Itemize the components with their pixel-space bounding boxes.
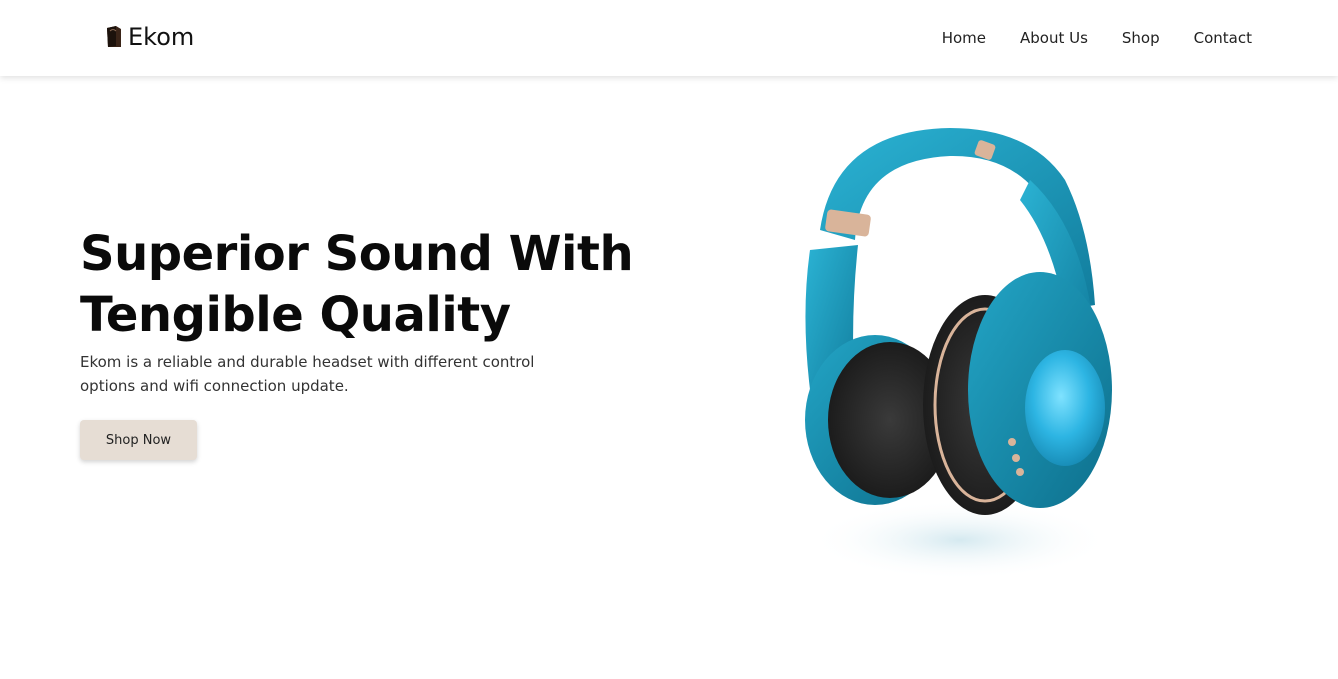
nav-link-home[interactable]: Home [942,29,986,47]
nav-link-about-us[interactable]: About Us [1020,29,1088,47]
brand-logo-link[interactable]: Ekom [104,22,194,52]
nav-menu: Home About Us Shop Contact [942,28,1252,48]
teal-headphones-image [805,128,1112,580]
hero-description: Ekom is a reliable and durable headset w… [80,353,535,395]
brand-name: Ekom [128,23,195,51]
nav-link-contact[interactable]: Contact [1194,29,1252,47]
shop-now-button[interactable]: Shop Now [80,420,197,460]
hero-title-line2: Tengible Quality [80,287,511,343]
nav-link-shop[interactable]: Shop [1122,29,1160,47]
navbar: Ekom Home About Us Shop Contact [0,0,1338,76]
hero-title-line1: Superior Sound With [80,226,634,282]
shopping-bag-icon [107,26,121,47]
hero-title: Superior Sound With Tengible Quality [80,224,680,346]
